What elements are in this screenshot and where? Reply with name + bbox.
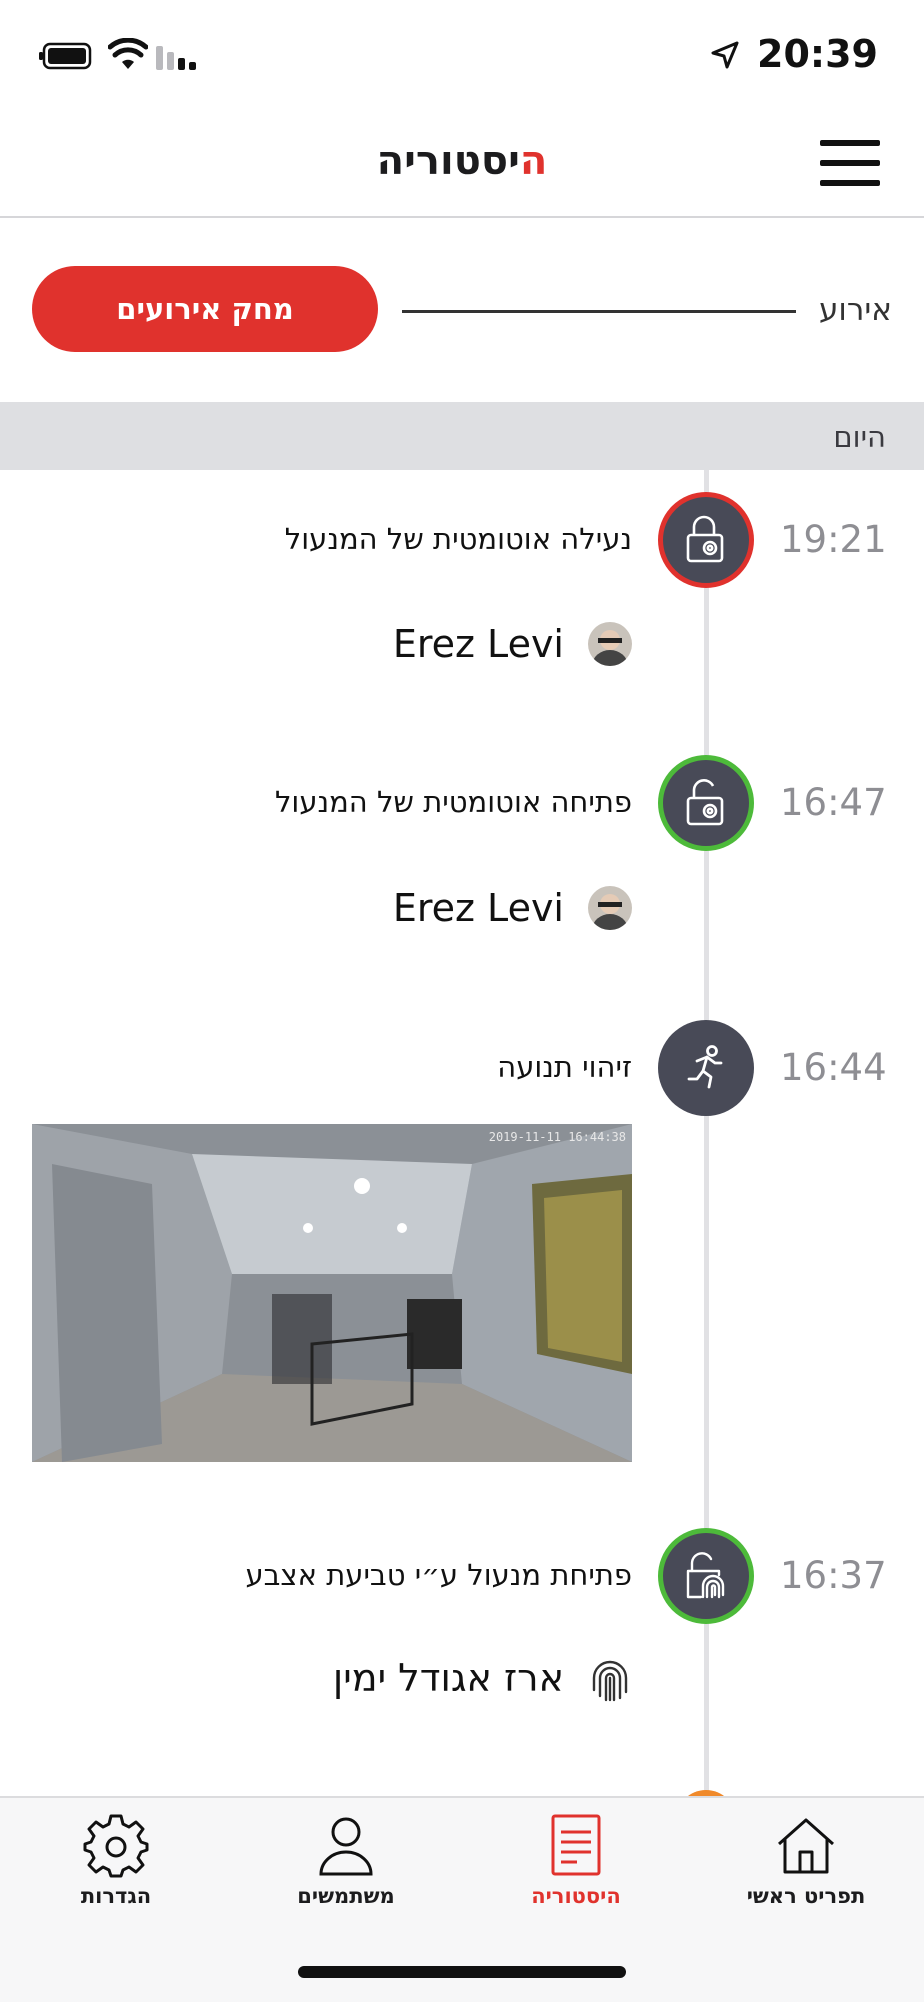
event-title: נעילה אוטומטית של המנעול	[284, 522, 632, 556]
history-icon	[551, 1814, 601, 1876]
page-title-accent: ה	[519, 138, 548, 184]
tab-label: תפריט ראשי	[746, 1884, 866, 1908]
user-icon	[319, 1817, 373, 1876]
motion-icon[interactable]	[658, 1020, 754, 1116]
tab-label: משתמשים	[297, 1884, 395, 1908]
menu-icon-bar	[820, 160, 880, 166]
tab-users[interactable]: משתמשים	[246, 1812, 446, 1922]
clear-events-button[interactable]: מחק אירועים	[32, 266, 378, 352]
page-title: היסטוריה	[0, 138, 924, 184]
home-icon	[778, 1818, 834, 1874]
status-bar: 20:39	[0, 0, 924, 110]
fingerprint-lock-icon[interactable]	[658, 1528, 754, 1624]
menu-icon-bar	[820, 140, 880, 146]
event-filter-dropdown[interactable]: אירוע	[819, 292, 892, 328]
tab-label: הגדרות	[80, 1884, 152, 1908]
event-time: 16:37	[780, 1554, 887, 1597]
tab-settings[interactable]: הגדרות	[16, 1812, 216, 1922]
fingerprint-icon	[592, 1660, 628, 1702]
menu-button[interactable]	[820, 140, 880, 188]
lock-camera-icon[interactable]	[658, 492, 754, 588]
event-title: פתיחה אוטומטית של המנעול	[274, 785, 632, 819]
event-time: 16:47	[780, 781, 887, 824]
user-avatar	[588, 886, 632, 930]
tab-main-menu[interactable]: תפריט ראשי	[706, 1812, 906, 1922]
menu-icon-bar	[820, 180, 880, 186]
event-user-name: Erez Levi	[392, 886, 564, 930]
tab-label: היסטוריה	[531, 1884, 621, 1908]
unlock-camera-icon[interactable]	[658, 755, 754, 851]
status-time: 20:39	[757, 32, 878, 76]
event-title: פתיחת מנעול ע״י טביעת אצבע	[245, 1558, 633, 1592]
day-label: היום	[833, 420, 886, 454]
filter-underline	[402, 310, 796, 313]
event-filter-row: אירוע מחק אירועים	[0, 216, 924, 402]
location-arrow-icon	[711, 41, 739, 69]
day-section-header: היום	[0, 402, 924, 470]
tab-history[interactable]: היסטוריה	[476, 1812, 676, 1922]
nav-header: היסטוריה	[0, 110, 924, 218]
user-avatar	[588, 622, 632, 666]
event-time: 16:44	[780, 1046, 887, 1089]
event-user-name: ארז אגודל ימין	[332, 1656, 564, 1700]
gear-icon	[83, 1814, 149, 1878]
snapshot-timestamp: 2019-11-11 16:44:38	[488, 1130, 626, 1144]
home-indicator[interactable]	[298, 1966, 626, 1978]
wifi-icon	[108, 38, 148, 69]
page-title-rest: יסטוריה	[376, 138, 520, 184]
motion-snapshot-image[interactable]: 2019-11-11 16:44:38	[32, 1124, 632, 1462]
hallway-photo	[32, 1124, 632, 1462]
event-time: 19:21	[780, 518, 887, 561]
cellular-signal-icon	[156, 46, 196, 70]
event-user-name: Erez Levi	[392, 622, 564, 666]
battery-icon	[39, 42, 92, 70]
event-title: זיהוי תנועה	[497, 1050, 632, 1084]
